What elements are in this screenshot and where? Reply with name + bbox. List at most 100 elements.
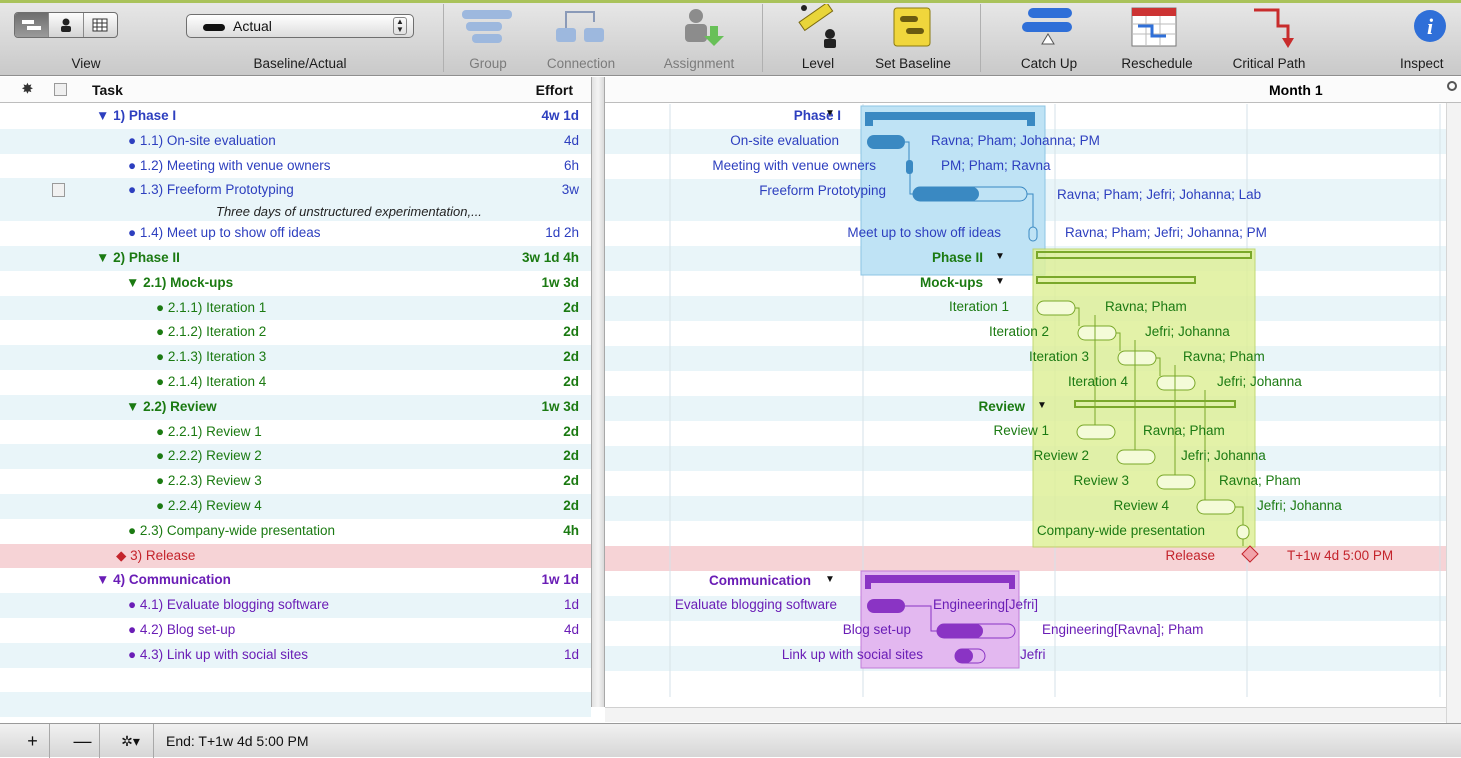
task-row[interactable]: ● 2.3) Company-wide presentation 4h: [0, 519, 591, 544]
task-row[interactable]: ● 1.2) Meeting with venue owners 6h: [0, 154, 591, 179]
assignment-icon: [685, 9, 724, 46]
task-effort: 1w 3d: [541, 398, 579, 414]
reschedule-button[interactable]: Reschedule: [1102, 4, 1212, 74]
critical-path-button[interactable]: Critical Path: [1214, 4, 1324, 74]
disclosure-triangle-icon[interactable]: ▼: [1037, 400, 1047, 411]
critical-path-label: Critical Path: [1232, 56, 1306, 71]
group-button[interactable]: Group: [452, 4, 524, 74]
empty-row: [0, 668, 591, 693]
catch-up-icon: [1022, 8, 1072, 45]
gantt-label-mockups: Mock-ups: [919, 275, 983, 290]
task-name: ● 1.3) Freeform Prototyping: [128, 182, 294, 198]
task-row[interactable]: ● 2.2.3) Review 3 2d: [0, 469, 591, 494]
task-name: ● 2.1.2) Iteration 2: [156, 324, 267, 340]
task-effort: 2d: [563, 373, 579, 389]
remove-task-button[interactable]: —: [66, 724, 100, 758]
disclosure-triangle-icon[interactable]: ▼: [825, 574, 835, 585]
level-label: Level: [801, 56, 835, 71]
task-row[interactable]: ▼ 2) Phase II 3w 1d 4h: [0, 245, 591, 271]
task-name: ● 2.2.3) Review 3: [156, 473, 262, 489]
reschedule-icon: [1131, 7, 1177, 47]
disclosure-triangle-icon[interactable]: ▼: [995, 251, 1005, 262]
gantt-label-onsite: On-site evaluation: [730, 133, 839, 148]
task-effort: 2d: [563, 473, 579, 489]
assignment-button[interactable]: Assignment: [640, 4, 758, 74]
gantt-label-blogsetup: Blog set-up: [842, 622, 911, 637]
assignment-label: Assignment: [663, 56, 735, 71]
catch-up-button[interactable]: Catch Up: [998, 4, 1100, 74]
gantt-label-evaluate: Evaluate blogging software: [674, 597, 837, 612]
bar-swatch-icon: [203, 24, 225, 31]
gantt-label-it3: Iteration 3: [1028, 349, 1089, 364]
baseline-actual-select[interactable]: Actual ▲ ▼: [186, 14, 414, 38]
task-column-header[interactable]: Task: [92, 82, 123, 98]
gantt-label-rv1: Review 1: [993, 423, 1049, 438]
task-effort: 1w 3d: [541, 274, 579, 290]
task-row[interactable]: ▼ 1) Phase I 4w 1d: [0, 104, 591, 129]
task-name: ▼ 2.1) Mock-ups: [126, 274, 234, 290]
task-row[interactable]: ● 1.1) On-site evaluation 4d: [0, 128, 591, 154]
baseline-actual-label: Baseline/Actual: [253, 56, 347, 71]
task-effort: 1d: [563, 646, 579, 662]
task-row[interactable]: ● 1.4) Meet up to show off ideas 1d 2h: [0, 221, 591, 246]
level-button[interactable]: Level: [786, 2, 850, 74]
inspect-button[interactable]: i Inspect: [1396, 4, 1461, 74]
task-row[interactable]: ● 4.1) Evaluate blogging software 1d: [0, 593, 591, 618]
task-name: ● 4.3) Link up with social sites: [128, 646, 308, 662]
gantt-resource-freeform: Ravna; Pham; Jefri; Johanna; Lab: [1057, 187, 1262, 202]
gantt-resource-it1: Ravna; Pham: [1105, 299, 1187, 314]
task-row[interactable]: ▼ 2.2) Review 1w 3d: [0, 394, 591, 420]
task-name: ▼ 2.2) Review: [126, 398, 217, 414]
group-icon: [462, 10, 512, 43]
task-row[interactable]: ● 2.2.4) Review 4 2d: [0, 493, 591, 519]
task-note-row: Three days of unstructured experimentati…: [0, 203, 591, 222]
task-row[interactable]: ● 1.3) Freeform Prototyping 3w: [0, 178, 591, 204]
task-row[interactable]: ● 2.1.4) Iteration 4 2d: [0, 370, 591, 395]
note-icon[interactable]: [52, 183, 65, 198]
task-effort: 3w 1d 4h: [521, 249, 579, 265]
notes-column-icon[interactable]: [54, 83, 67, 96]
gantt-resource-meetup: Ravna; Pham; Jefri; Johanna; PM: [1065, 225, 1267, 240]
task-row[interactable]: ● 4.3) Link up with social sites 1d: [0, 642, 591, 668]
pane-splitter[interactable]: [591, 77, 605, 707]
gear-menu-button[interactable]: ✲▾: [108, 724, 154, 758]
task-row[interactable]: ● 2.1.2) Iteration 2 2d: [0, 320, 591, 345]
gantt-resource-rv1: Ravna; Pham: [1143, 423, 1225, 438]
task-row-release[interactable]: ◆ 3) Release: [0, 543, 591, 569]
task-name: ● 1.1) On-site evaluation: [128, 132, 276, 148]
gantt-resource-it3: Ravna; Pham: [1183, 349, 1265, 364]
gantt-label-linkup: Link up with social sites: [781, 647, 923, 662]
stopwatch-icon[interactable]: ✸: [22, 82, 36, 96]
task-row[interactable]: ● 4.2) Blog set-up 4d: [0, 618, 591, 643]
task-row[interactable]: ▼ 4) Communication 1w 1d: [0, 568, 591, 593]
connection-button[interactable]: Connection: [526, 4, 636, 74]
task-name: ● 1.4) Meet up to show off ideas: [128, 225, 321, 241]
task-row[interactable]: ● 2.2.2) Review 2 2d: [0, 444, 591, 470]
task-name: ◆ 3) Release: [116, 547, 196, 563]
gantt-resource-evaluate: Engineering[Jefri]: [933, 597, 1039, 612]
svg-text:i: i: [1427, 14, 1434, 39]
task-effort: 6h: [563, 157, 579, 173]
task-row[interactable]: ▼ 2.1) Mock-ups 1w 3d: [0, 271, 591, 296]
add-task-button[interactable]: +: [16, 724, 50, 758]
baseline-actual-control: Actual ▲ ▼ Baseline/Actual: [0, 4, 440, 74]
disclosure-triangle-icon[interactable]: ▼: [995, 276, 1005, 287]
catch-up-label: Catch Up: [1020, 56, 1078, 71]
task-row[interactable]: ● 2.1.3) Iteration 3 2d: [0, 345, 591, 370]
gantt-vertical-scrollbar[interactable]: [1446, 103, 1461, 723]
effort-column-header[interactable]: Effort: [536, 82, 573, 98]
task-row[interactable]: ● 2.2.1) Review 1 2d: [0, 420, 591, 445]
connection-label: Connection: [546, 56, 616, 71]
gantt-horizontal-scrollbar[interactable]: [605, 707, 1451, 722]
gantt-label-rv2: Review 2: [1033, 448, 1089, 463]
set-baseline-button[interactable]: Set Baseline: [856, 4, 970, 74]
inspect-label: Inspect: [1400, 56, 1444, 71]
task-effort: 3w: [561, 182, 579, 198]
disclosure-triangle-icon[interactable]: ▼: [825, 108, 835, 119]
task-name: ● 2.1.4) Iteration 4: [156, 373, 267, 389]
task-name: ▼ 1) Phase I: [96, 108, 177, 123]
task-row[interactable]: ● 2.1.1) Iteration 1 2d: [0, 295, 591, 321]
task-effort: 2d: [563, 349, 579, 365]
gantt-labels: Phase I ▼ On-site evaluation Ravna; Pham…: [605, 77, 1461, 707]
gantt-label-communication: Communication: [708, 573, 811, 588]
